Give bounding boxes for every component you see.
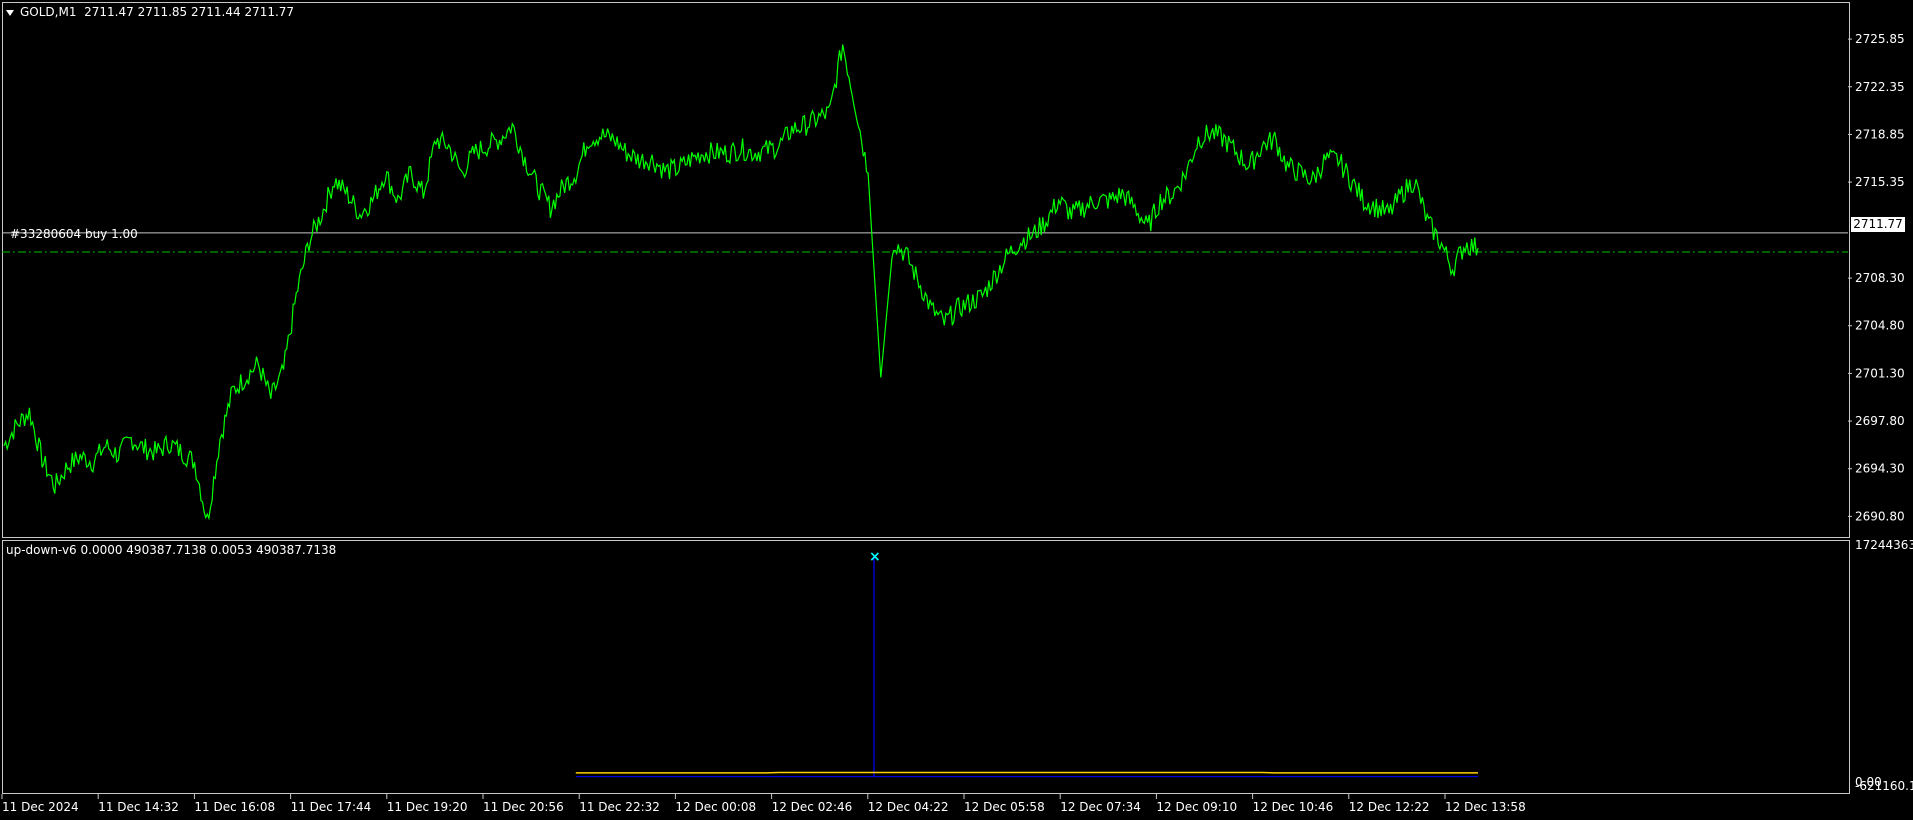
chart-canvas[interactable]: 2725.85 2722.35 2718.85 2715.35 2708.30 2704.… bbox=[0, 0, 1913, 820]
symbol-header: GOLD,M1 2711.47 2711.85 2711.44 2711.77 bbox=[6, 5, 294, 19]
time-tick-label: 11 Dec 17:44 bbox=[291, 800, 372, 814]
ohlc-values: 2711.47 2711.85 2711.44 2711.77 bbox=[84, 5, 295, 19]
time-tick-label: 11 Dec 16:08 bbox=[194, 800, 275, 814]
symbol-name: GOLD,M1 bbox=[20, 5, 77, 19]
indicator-tick-label: -621160.1 bbox=[1855, 779, 1913, 793]
price-series-line bbox=[3, 44, 1479, 521]
time-tick-label: 11 Dec 2024 bbox=[2, 800, 79, 814]
price-tick-label: 2694.30 bbox=[1855, 462, 1905, 476]
order-line-label[interactable]: #33280604 buy 1.00 bbox=[10, 227, 138, 241]
time-tick-label: 12 Dec 00:08 bbox=[675, 800, 756, 814]
time-tick-label: 11 Dec 20:56 bbox=[483, 800, 564, 814]
time-tick-label: 12 Dec 10:46 bbox=[1253, 800, 1334, 814]
price-tick-label: 2715.35 bbox=[1855, 175, 1905, 189]
price-tick-label: 2708.30 bbox=[1855, 271, 1905, 285]
marker-x-icon: × bbox=[869, 549, 881, 565]
time-tick-label: 12 Dec 04:22 bbox=[868, 800, 949, 814]
price-tick-label: 2697.80 bbox=[1855, 414, 1905, 428]
time-tick-label: 12 Dec 13:58 bbox=[1445, 800, 1526, 814]
price-tick-label: 2704.80 bbox=[1855, 319, 1905, 333]
time-tick-label: 12 Dec 12:22 bbox=[1349, 800, 1430, 814]
price-tick-label: 2725.85 bbox=[1855, 32, 1905, 46]
time-tick-label: 11 Dec 22:32 bbox=[579, 800, 660, 814]
price-tick-label: 2718.85 bbox=[1855, 127, 1905, 141]
time-tick-label: 11 Dec 14:32 bbox=[98, 800, 179, 814]
indicator-tick-label: 17244363. bbox=[1855, 538, 1913, 552]
time-tick-label: 11 Dec 19:20 bbox=[387, 800, 468, 814]
price-tick-label: 2690.80 bbox=[1855, 509, 1905, 523]
current-price-tag: 2711.77 bbox=[1851, 217, 1905, 232]
time-tick-label: 12 Dec 07:34 bbox=[1060, 800, 1141, 814]
indicator-header: up-down-v6 0.0000 490387.7138 0.0053 490… bbox=[6, 543, 337, 557]
dropdown-triangle-icon[interactable] bbox=[6, 9, 14, 16]
price-tick-label: 2701.30 bbox=[1855, 366, 1905, 380]
time-tick-label: 12 Dec 09:10 bbox=[1156, 800, 1237, 814]
price-tick-label: 2722.35 bbox=[1855, 80, 1905, 94]
time-tick-label: 12 Dec 02:46 bbox=[772, 800, 853, 814]
time-tick-label: 12 Dec 05:58 bbox=[964, 800, 1045, 814]
